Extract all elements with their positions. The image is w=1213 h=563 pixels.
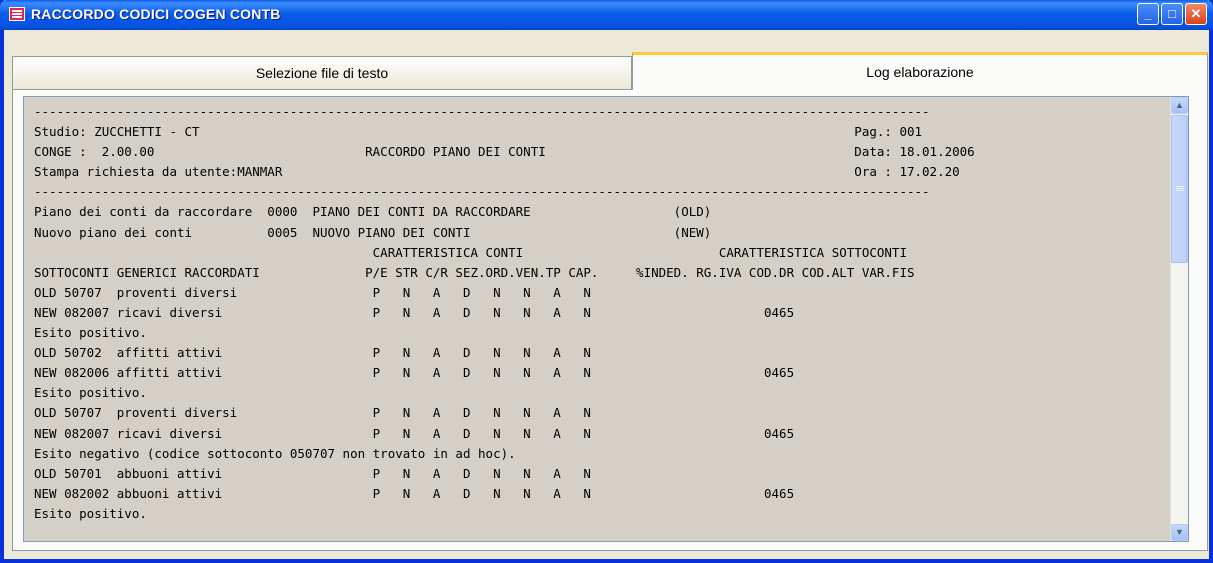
window-title: RACCORDO CODICI COGEN CONTB [31,6,281,22]
log-line: Esito positivo. [34,505,147,521]
log-line: CONGE : 2.00.00 RACCORDO PIANO DEI CONTI… [34,144,975,160]
log-line: OLD 50707 proventi diversi P N A D N N A… [34,284,591,300]
close-icon: ✕ [1190,6,1202,21]
tab-bar: Selezione file di testo Log elaborazione [4,52,1209,90]
tab-selezione-file[interactable]: Selezione file di testo [12,56,632,90]
maximize-button[interactable]: □ [1161,3,1183,25]
log-line: SOTTOCONTI GENERICI RACCORDATI P/E STR C… [34,264,915,280]
log-line: Esito positivo. [34,385,147,401]
log-line: NEW 082007 ricavi diversi P N A D N N A … [34,304,795,320]
scroll-up-arrow-icon: ▲ [1175,100,1184,110]
app-window: RACCORDO CODICI COGEN CONTB _ □ ✕ Selezi… [0,0,1213,563]
log-line: CARATTERISTICA CONTI CARATTERISTICA SOTT… [34,244,907,260]
scroll-down-arrow-icon: ▼ [1175,527,1184,537]
log-line: Studio: ZUCCHETTI - CT Pag.: 001 [34,124,923,140]
log-line: ----------------------------------------… [34,184,930,200]
maximize-icon: □ [1168,6,1176,21]
log-line: NEW 082007 ricavi diversi P N A D N N A … [34,425,795,441]
minimize-icon: _ [1144,6,1152,21]
log-text-area[interactable]: ----------------------------------------… [23,96,1189,542]
log-line: OLD 50707 proventi diversi P N A D N N A… [34,405,591,421]
app-window-icon [9,7,25,21]
log-content: ----------------------------------------… [24,97,1188,524]
log-line: ----------------------------------------… [34,104,930,119]
log-line: Piano dei conti da raccordare 0000 PIANO… [34,204,712,220]
log-line: NEW 082002 abbuoni attivi P N A D N N A … [34,485,795,501]
tab-panel: ----------------------------------------… [12,90,1208,551]
close-button[interactable]: ✕ [1185,3,1207,25]
vertical-scrollbar[interactable]: ▲ ▼ [1170,97,1188,541]
scrollbar-thumb[interactable] [1171,115,1188,263]
log-line: Esito positivo. [34,325,147,341]
scroll-down-button[interactable]: ▼ [1171,524,1188,541]
log-line: OLD 50701 abbuoni attivi P N A D N N A N [34,465,591,481]
log-line: Stampa richiesta da utente:MANMAR Ora : … [34,164,960,180]
log-line: Nuovo piano dei conti 0005 NUOVO PIANO D… [34,224,712,240]
scroll-up-button[interactable]: ▲ [1171,97,1188,114]
tab-log-elaborazione[interactable]: Log elaborazione [632,52,1208,90]
log-line: Esito negativo (codice sottoconto 050707… [34,445,516,461]
minimize-button[interactable]: _ [1137,3,1159,25]
log-line: NEW 082006 affitti attivi P N A D N N A … [34,365,795,381]
log-line: OLD 50702 affitti attivi P N A D N N A N [34,345,591,361]
title-bar[interactable]: RACCORDO CODICI COGEN CONTB _ □ ✕ [0,0,1213,30]
